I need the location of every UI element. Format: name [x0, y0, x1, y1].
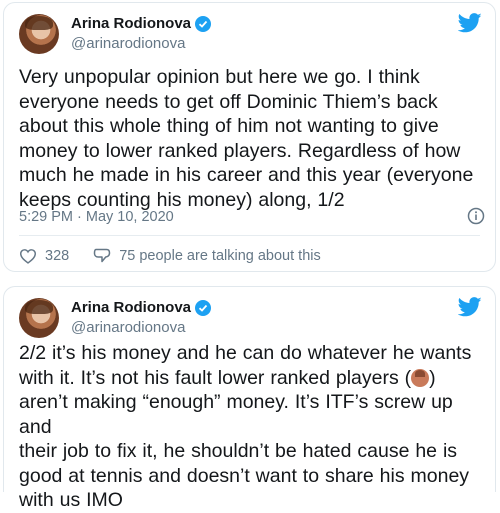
tweet-line: much he made in his career and this year…: [19, 164, 474, 186]
timestamp[interactable]: 5:29 PM · May 10, 2020: [19, 209, 174, 225]
tweet-line: aren’t making “enough” money. It’s ITF’s…: [19, 391, 453, 438]
author-handle[interactable]: @arinarodionova: [71, 35, 185, 52]
heart-icon: [19, 248, 37, 264]
tweet-card[interactable]: Arina Rodionova @arinarodionova 2/2 it’s…: [3, 286, 496, 511]
author-name[interactable]: Arina Rodionova: [71, 299, 191, 316]
tweet-line: good at tennis and doesn’t want to share…: [19, 464, 470, 487]
twitter-bird-icon[interactable]: [458, 296, 482, 318]
talking-count: 75 people are talking about this: [119, 247, 321, 264]
tweet-line: 2/2 it’s his money and he can do whateve…: [19, 342, 472, 364]
author-handle[interactable]: @arinarodionova: [71, 319, 185, 336]
divider: [19, 235, 480, 236]
tweet-line-suffix: ): [429, 366, 436, 389]
tweet-text: Very unpopular opinion but here we go. I…: [19, 65, 489, 212]
avatar[interactable]: [19, 298, 59, 338]
twitter-bird-icon[interactable]: [458, 12, 482, 34]
tweet-card[interactable]: Arina Rodionova @arinarodionova Very unp…: [3, 2, 496, 272]
author-row: Arina Rodionova: [71, 299, 212, 316]
like-button[interactable]: 328: [19, 248, 69, 264]
tweet-line: their job to fix it, he shouldn’t be hat…: [19, 440, 458, 462]
conversation-link[interactable]: 75 people are talking about this: [93, 247, 321, 264]
tweet-line: money to lower ranked players. Regardles…: [19, 139, 461, 162]
woman-raising-hand-emoji: [411, 368, 430, 387]
tweet-actions: 328 75 people are talking about this: [19, 247, 321, 264]
tweet-line: with us IMO: [19, 489, 123, 511]
avatar[interactable]: [19, 14, 59, 54]
tweet-line: about this whole thing of him not wantin…: [19, 115, 439, 137]
verified-icon: [195, 299, 212, 316]
author-row: Arina Rodionova: [71, 15, 212, 32]
comment-icon: [93, 248, 111, 263]
verified-icon: [195, 15, 212, 32]
tweet-line: everyone needs to get off Dominic Thiem’…: [19, 90, 438, 113]
tweet-text: 2/2 it’s his money and he can do whateve…: [19, 341, 489, 513]
author-name[interactable]: Arina Rodionova: [71, 15, 191, 32]
tweet-line-text: with it. It’s not his fault lower ranked…: [19, 366, 412, 389]
info-icon[interactable]: [467, 207, 485, 225]
tweet-line: with it. It’s not his fault lower ranked…: [19, 366, 489, 391]
like-count: 328: [45, 247, 70, 264]
tweet-line: Very unpopular opinion but here we go. I…: [19, 66, 420, 88]
